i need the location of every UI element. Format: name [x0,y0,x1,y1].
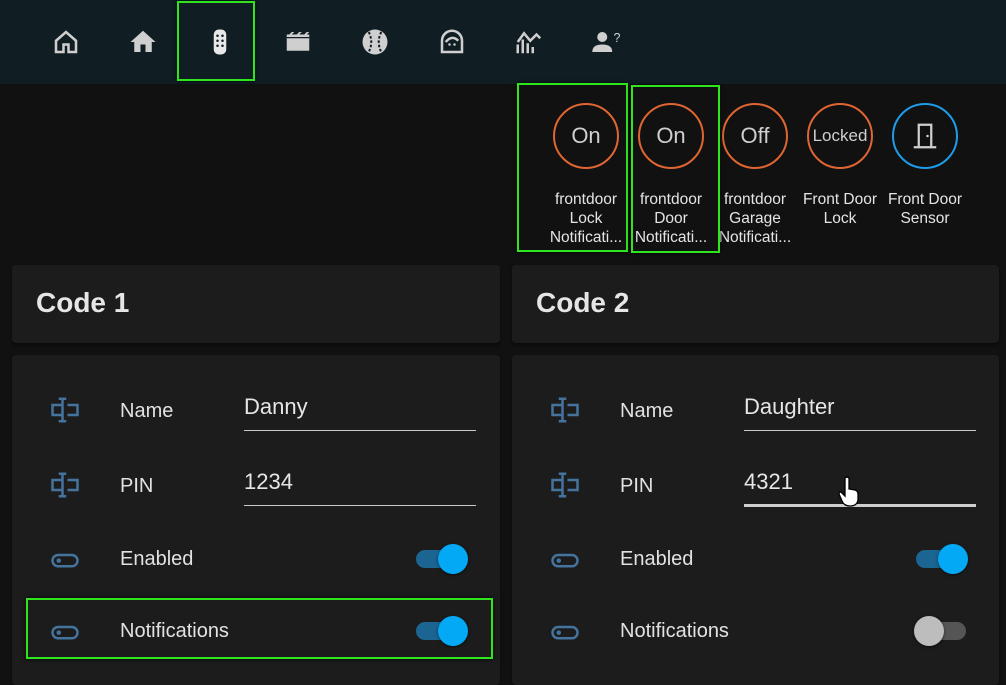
pin-label: PIN [120,475,154,497]
tab-face-woman[interactable] [413,0,491,84]
tab-chart[interactable] [490,0,568,84]
enabled-label: Enabled [120,548,194,570]
name-input[interactable]: Daughter [744,394,976,431]
enabled-label: Enabled [620,548,694,570]
toggle-switch-icon [50,545,80,575]
tab-home-outline[interactable] [27,0,105,84]
tab-baseball[interactable] [336,0,414,84]
badge-label: Front Door Lock [802,191,878,227]
badge-state: Off [722,103,788,169]
code-2-header-card: Code 2 [512,265,999,343]
badge-label: frontdoor Garage Notificati... [718,191,792,246]
code-1-header-card: Code 1 [12,265,500,343]
top-tab-bar: ? [0,0,1006,84]
card-title: Code 1 [36,287,130,318]
notifications-toggle[interactable] [914,614,970,646]
form-textbox-icon [50,470,80,500]
selected-tab-highlight [177,1,255,81]
enabled-toggle[interactable] [414,542,470,574]
badge-highlight-door-notifications [631,85,720,253]
hand-pointer-icon [838,476,859,507]
badge-front-door-sensor[interactable]: Front Door Sensor [883,100,967,228]
card-title: Code 2 [536,287,630,318]
tab-home[interactable] [104,0,182,84]
enabled-toggle[interactable] [914,542,970,574]
face-woman-icon [440,29,464,54]
badge-label: Front Door Sensor [887,191,963,227]
home-icon [130,30,156,52]
badge-state: Locked [807,103,873,169]
badge-front-door-lock[interactable]: Locked Front Door Lock [798,100,882,228]
toggle-switch-icon [550,617,580,647]
badge-highlight-lock-notifications [517,83,628,252]
clapperboard-icon [286,32,310,51]
form-textbox-icon [550,395,580,425]
name-input[interactable]: Danny [244,394,476,431]
badge-state [892,103,958,169]
notifications-label: Notifications [620,620,729,642]
notifications-row-highlight [26,598,493,659]
tab-movie[interactable] [259,0,337,84]
toggle-switch-icon [550,545,580,575]
form-textbox-icon [550,470,580,500]
name-label: Name [120,400,174,422]
svg-text:?: ? [614,31,621,45]
form-textbox-icon [50,395,80,425]
pin-label: PIN [620,475,654,497]
tab-account-question[interactable]: ? [567,0,645,84]
door-icon [913,123,937,149]
chart-line-icon [516,31,542,54]
pin-input[interactable]: 1234 [244,469,476,506]
name-label: Name [620,400,674,422]
baseball-icon [362,29,388,55]
pin-input[interactable]: 4321 [744,469,976,507]
home-outline-icon [54,30,78,54]
code-2-entities-card: Name Daughter PIN 4321 Enabled Notificat… [512,355,999,685]
account-question-icon: ? [592,31,621,52]
badge-frontdoor-garage-notifications[interactable]: Off frontdoor Garage Notificati... [713,100,797,247]
